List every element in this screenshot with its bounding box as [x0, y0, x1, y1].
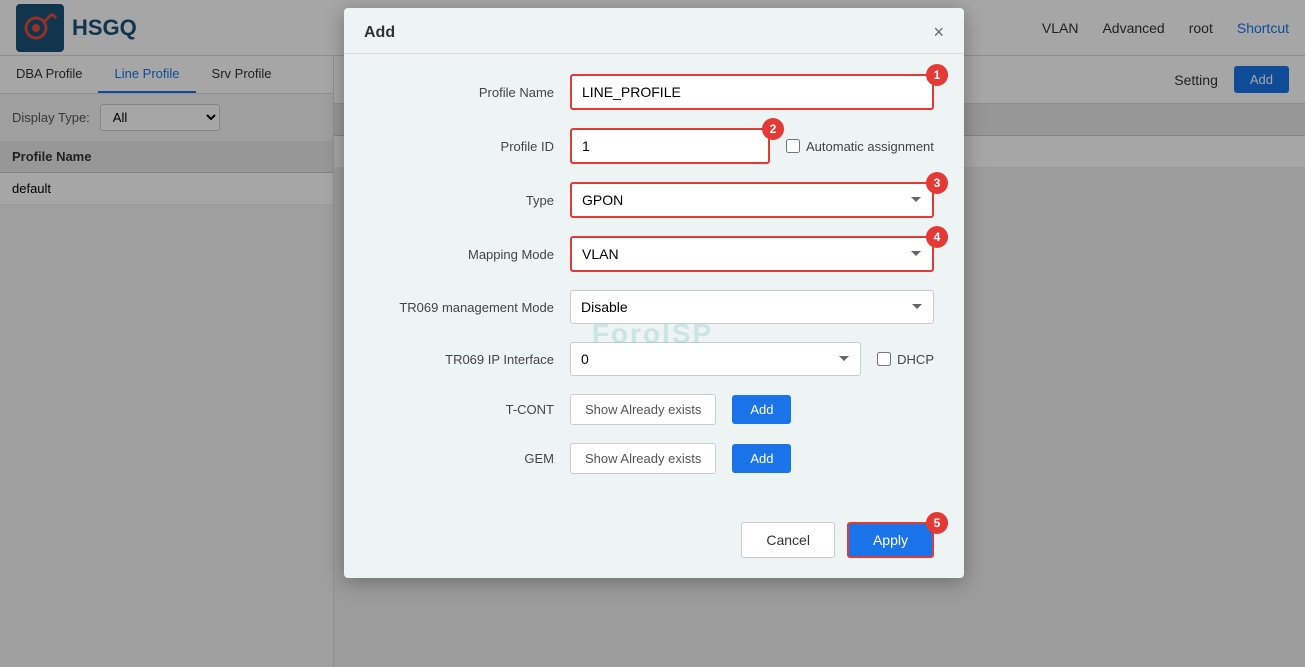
apply-badge: Apply 5	[847, 522, 934, 558]
auto-assignment-label: Automatic assignment	[786, 139, 934, 154]
tcont-add-button[interactable]: Add	[732, 395, 791, 424]
profile-name-label: Profile Name	[374, 85, 554, 100]
mapping-mode-select[interactable]: VLAN GEM Port	[570, 236, 934, 272]
cancel-button[interactable]: Cancel	[741, 522, 835, 558]
profile-id-label: Profile ID	[374, 139, 554, 154]
tr069-mode-label: TR069 management Mode	[374, 300, 554, 315]
type-row: Type GPON EPON 3	[374, 182, 934, 218]
dhcp-checkbox[interactable]	[877, 352, 891, 366]
type-select[interactable]: GPON EPON	[570, 182, 934, 218]
mapping-mode-badge: VLAN GEM Port 4	[570, 236, 934, 272]
add-modal: Add × Profile Name 1 Profile ID 2 Automa…	[344, 8, 964, 578]
tcont-row: T-CONT Show Already exists Add	[374, 394, 934, 425]
modal-title: Add	[364, 24, 395, 42]
step-badge-5: 5	[926, 512, 948, 534]
step-badge-3: 3	[926, 172, 948, 194]
profile-id-row: Profile ID 2 Automatic assignment	[374, 128, 934, 164]
gem-show-button[interactable]: Show Already exists	[570, 443, 716, 474]
modal-footer: Cancel Apply 5	[344, 512, 964, 558]
type-label: Type	[374, 193, 554, 208]
tcont-show-button[interactable]: Show Already exists	[570, 394, 716, 425]
tr069-mode-select[interactable]: Disable Enable	[570, 290, 934, 324]
tr069-ip-select[interactable]: 0 1	[570, 342, 861, 376]
tr069-mode-row: TR069 management Mode Disable Enable	[374, 290, 934, 324]
gem-row: GEM Show Already exists Add	[374, 443, 934, 474]
profile-name-input[interactable]	[570, 74, 934, 110]
step-badge-4: 4	[926, 226, 948, 248]
type-badge: GPON EPON 3	[570, 182, 934, 218]
profile-name-badge: 1	[570, 74, 934, 110]
gem-add-button[interactable]: Add	[732, 444, 791, 473]
profile-id-input[interactable]	[570, 128, 770, 164]
modal-header: Add ×	[344, 8, 964, 54]
dhcp-label: DHCP	[877, 352, 934, 367]
tcont-label: T-CONT	[374, 402, 554, 417]
auto-assignment-text: Automatic assignment	[806, 139, 934, 154]
profile-id-badge: 2	[570, 128, 770, 164]
profile-name-row: Profile Name 1	[374, 74, 934, 110]
step-badge-1: 1	[926, 64, 948, 86]
apply-button[interactable]: Apply	[847, 522, 934, 558]
dhcp-text: DHCP	[897, 352, 934, 367]
modal-close-button[interactable]: ×	[933, 22, 944, 43]
gem-label: GEM	[374, 451, 554, 466]
modal-body: Profile Name 1 Profile ID 2 Automatic as…	[344, 54, 964, 512]
mapping-mode-label: Mapping Mode	[374, 247, 554, 262]
auto-assignment-checkbox[interactable]	[786, 139, 800, 153]
tr069-ip-label: TR069 IP Interface	[374, 352, 554, 367]
step-badge-2: 2	[762, 118, 784, 140]
mapping-mode-row: Mapping Mode VLAN GEM Port 4	[374, 236, 934, 272]
tr069-ip-row: TR069 IP Interface 0 1 DHCP	[374, 342, 934, 376]
